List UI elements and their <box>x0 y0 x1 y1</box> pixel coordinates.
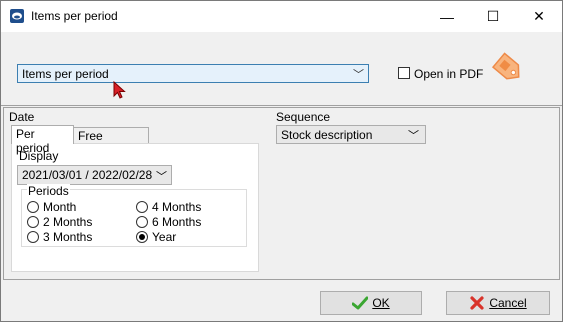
sequence-label: Sequence <box>276 110 331 124</box>
radio-2-months-label[interactable]: 2 Months <box>43 215 92 229</box>
display-dropdown[interactable]: 2021/03/01 / 2022/02/28 ﹀ <box>17 165 172 185</box>
title-bar: Items per period — ☐ ✕ <box>1 1 562 32</box>
app-icon <box>10 9 24 23</box>
date-label: Date <box>9 110 35 124</box>
mouse-cursor-icon <box>113 81 126 99</box>
radio-2-months[interactable] <box>27 216 39 228</box>
chevron-down-icon: ﹀ <box>156 171 167 183</box>
ok-button-label: OK <box>372 296 390 310</box>
periods-group-label: Periods <box>27 184 70 198</box>
radio-3-months[interactable] <box>27 231 39 243</box>
sequence-dropdown[interactable]: Stock description ﹀ <box>276 125 426 144</box>
radio-year[interactable] <box>136 231 148 243</box>
radio-year-label[interactable]: Year <box>152 230 176 244</box>
tab-per-period[interactable]: Per period <box>11 125 74 155</box>
maximize-button[interactable]: ☐ <box>470 1 516 32</box>
report-panel: Items per period ﹀ Open in PDF <box>1 32 562 106</box>
cancel-button[interactable]: Cancel <box>446 291 550 315</box>
button-bar: OK Cancel <box>1 282 562 321</box>
close-button[interactable]: ✕ <box>516 1 562 32</box>
open-in-pdf-checkbox[interactable] <box>398 67 410 79</box>
chevron-down-icon: ﹀ <box>408 130 419 142</box>
price-tag-icon <box>491 52 520 80</box>
ok-button[interactable]: OK <box>320 291 422 315</box>
sequence-dropdown-value: Stock description <box>281 128 373 142</box>
cancel-icon <box>470 296 484 310</box>
dialog-window: Items per period — ☐ ✕ Items per period … <box>0 0 563 322</box>
radio-6-months-label[interactable]: 6 Months <box>152 215 201 229</box>
report-dropdown-value: Items per period <box>22 67 109 81</box>
radio-4-months[interactable] <box>136 201 148 213</box>
radio-month-label[interactable]: Month <box>43 200 76 214</box>
open-in-pdf-label[interactable]: Open in PDF <box>414 67 483 81</box>
radio-month[interactable] <box>27 201 39 213</box>
radio-3-months-label[interactable]: 3 Months <box>43 230 92 244</box>
tab-free-selection[interactable]: Free selection <box>73 127 149 157</box>
radio-4-months-label[interactable]: 4 Months <box>152 200 201 214</box>
display-dropdown-value: 2021/03/01 / 2022/02/28 <box>22 168 153 182</box>
radio-6-months[interactable] <box>136 216 148 228</box>
tab-per-period-label: Per period <box>16 127 50 155</box>
chevron-down-icon: ﹀ <box>353 69 364 81</box>
report-dropdown[interactable]: Items per period ﹀ <box>17 64 369 83</box>
window-title: Items per period <box>31 9 118 23</box>
cancel-button-label: Cancel <box>489 296 527 310</box>
minimize-button[interactable]: — <box>424 1 470 32</box>
check-icon <box>352 296 369 310</box>
